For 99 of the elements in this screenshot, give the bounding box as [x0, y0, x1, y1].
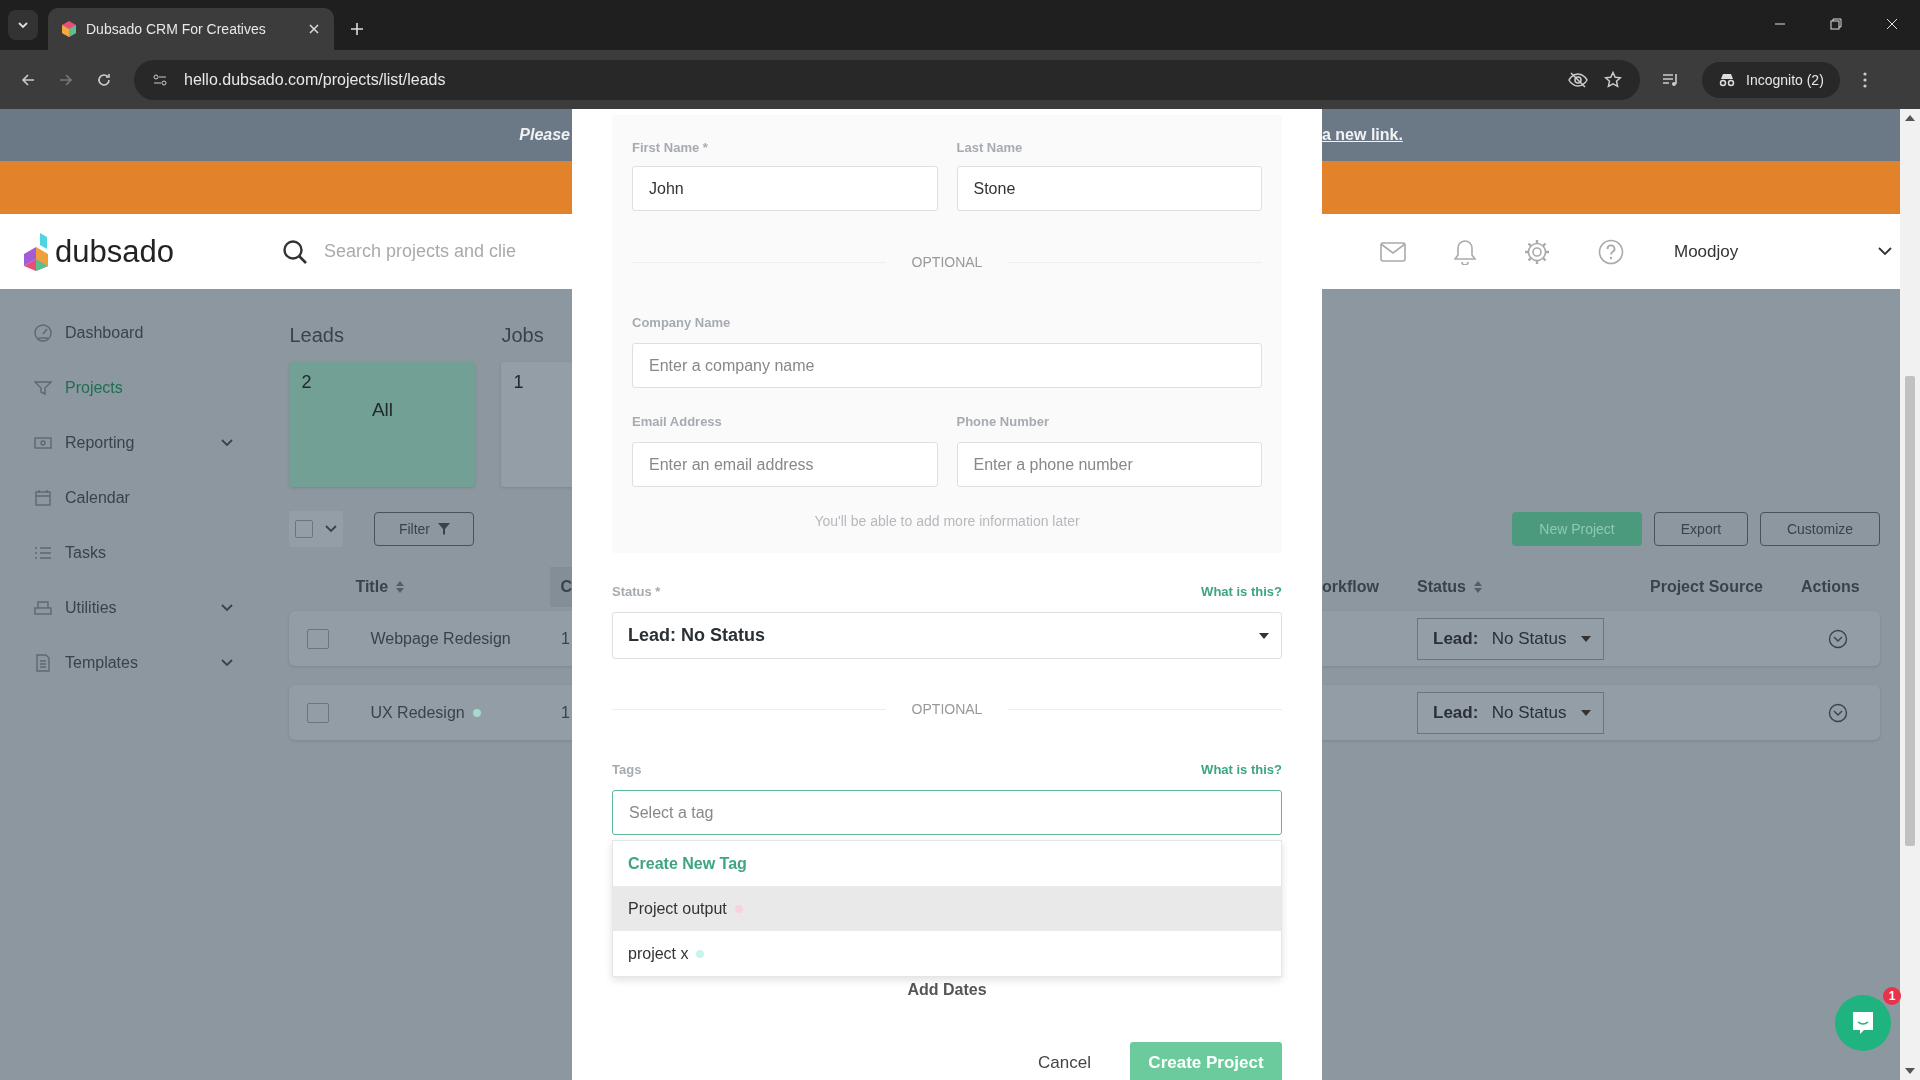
sidebar-item[interactable]: Tasks	[0, 525, 260, 580]
caret-icon	[1259, 632, 1269, 639]
field-label: Last Name	[956, 140, 1024, 156]
column-header[interactable]: Project Source	[1650, 578, 1801, 596]
calendar-icon	[34, 488, 52, 507]
pipeline-card[interactable]: 1	[501, 362, 572, 487]
restore-icon[interactable]	[1830, 18, 1842, 30]
scroll-up-icon[interactable]	[1905, 115, 1915, 121]
new-tab-icon[interactable]	[350, 22, 364, 36]
user-name[interactable]: Moodjoy	[1674, 241, 1739, 262]
chevron-icon[interactable]	[1878, 247, 1892, 256]
section-divider-label: OPTIONAL	[910, 701, 984, 717]
sidebar-item[interactable]: Dashboard	[0, 305, 260, 360]
pipeline-group-title: Leads	[289, 323, 345, 348]
site-info-icon[interactable]	[152, 71, 168, 88]
gauge-icon	[34, 323, 52, 342]
chevron-circle-icon[interactable]	[1828, 702, 1848, 723]
caret-icon	[1581, 709, 1591, 716]
scrollbar-thumb[interactable]	[1905, 376, 1915, 846]
eye-slash-icon[interactable]	[1568, 71, 1588, 88]
sidebar-item[interactable]: Reporting	[0, 415, 260, 470]
cube-icon	[62, 21, 76, 37]
close-icon[interactable]	[308, 23, 320, 35]
search-icon[interactable]	[281, 238, 308, 265]
chevron-icon	[325, 525, 338, 533]
banner-text: Please	[519, 126, 571, 144]
incognito-icon	[1718, 72, 1736, 87]
media-icon[interactable]	[1662, 71, 1680, 88]
chevron-icon	[17, 19, 29, 31]
funnel-icon	[34, 378, 52, 397]
status-dropdown[interactable]: Lead: No Status	[1417, 691, 1604, 734]
tab-list-button[interactable]	[8, 10, 38, 40]
logo[interactable]: dubsado	[23, 232, 174, 271]
browser-tab[interactable]: Dubsado CRM For Creatives	[48, 8, 334, 50]
section-divider-label: OPTIONAL	[910, 254, 984, 270]
create-tag-option[interactable]: Create New Tag	[613, 841, 1281, 886]
tag-option[interactable]: project x	[613, 931, 1281, 976]
sidebar-item[interactable]: Templates	[0, 635, 260, 690]
column-header[interactable]: Actions	[1801, 578, 1860, 596]
column-header[interactable]: C	[550, 567, 572, 607]
field-label: Company Name	[632, 315, 732, 331]
pipeline-card[interactable]: 2 All	[289, 362, 476, 487]
field-label: Status *	[612, 584, 661, 600]
close-icon[interactable]	[1886, 18, 1898, 30]
scrollbar[interactable]	[1900, 109, 1920, 1080]
profile-button[interactable]: Incognito (2)	[1702, 61, 1840, 98]
input-field[interactable]: Enter a phone number	[956, 442, 1262, 487]
project-title[interactable]: Webpage Redesign	[370, 629, 511, 648]
sidebar-item[interactable]: Projects	[0, 360, 260, 415]
scroll-down-icon[interactable]	[1905, 1068, 1915, 1074]
field-label: Phone Number	[956, 414, 1050, 430]
column-header[interactable]: Title	[355, 578, 551, 596]
row-checkbox[interactable]	[307, 628, 330, 649]
menu-icon[interactable]	[1861, 70, 1868, 89]
table-cell-text: 1	[561, 703, 571, 722]
add-dates-link[interactable]: Add Dates	[907, 981, 987, 999]
sidebar-item[interactable]: Utilities	[0, 580, 260, 635]
chevron-circle-icon[interactable]	[1828, 628, 1848, 649]
funnel-icon	[438, 523, 450, 535]
input-field[interactable]: Enter a company name	[632, 343, 1262, 388]
toolbar-button[interactable]: New Project	[1512, 512, 1642, 546]
column-header[interactable]: Status	[1417, 578, 1650, 596]
search-field[interactable]: Search projects and clie	[323, 241, 546, 262]
project-title[interactable]: UX Redesign	[370, 703, 465, 722]
status-dropdown[interactable]: Lead: No Status	[1417, 617, 1604, 660]
help-link[interactable]: What is this?	[1201, 762, 1282, 790]
notification-badge: 1	[1883, 987, 1901, 1005]
document-icon	[34, 653, 52, 672]
tray-icon	[34, 598, 52, 617]
table-cell-text: 1	[561, 629, 571, 648]
help-link[interactable]: What is this?	[1201, 584, 1282, 612]
back-icon[interactable]	[20, 71, 36, 88]
field-label: First Name *	[632, 140, 709, 156]
row-checkbox[interactable]	[307, 702, 330, 723]
chat-icon	[1850, 1010, 1876, 1036]
banner-link[interactable]: a new link.	[1322, 126, 1403, 144]
input-field[interactable]: Stone	[956, 166, 1262, 211]
field-label: Tags	[612, 762, 642, 778]
toolbar-button[interactable]: Export	[1654, 512, 1748, 546]
address-field[interactable]: hello.dubsado.com/projects/list/leads	[134, 59, 1640, 100]
sidebar-item[interactable]: Calendar	[0, 470, 260, 525]
reload-icon[interactable]	[96, 71, 112, 88]
star-icon[interactable]	[1604, 70, 1622, 89]
caret-icon	[1581, 635, 1591, 642]
field-label: Email Address	[632, 414, 723, 430]
chat-button[interactable]	[1835, 995, 1891, 1051]
pipeline-group-title: Jobs	[501, 323, 545, 348]
cancel-button[interactable]: Cancel	[1032, 1052, 1097, 1074]
tag-option[interactable]: Project output	[613, 886, 1281, 931]
input-field[interactable]: Enter an email address	[632, 442, 938, 487]
input-field[interactable]: John	[632, 166, 938, 211]
column-header[interactable]: orkflow	[1322, 578, 1417, 596]
status-select[interactable]: Lead: No Status	[612, 612, 1282, 659]
tag-select-field[interactable]: Select a tag	[612, 790, 1282, 835]
filter-button[interactable]: Filter	[374, 512, 475, 546]
create-project-button[interactable]: Create Project	[1130, 1042, 1282, 1080]
toolbar-button[interactable]: Customize	[1760, 512, 1880, 546]
forward-icon[interactable]	[58, 71, 74, 88]
hint-text: You'll be able to add more information later	[813, 513, 1081, 529]
